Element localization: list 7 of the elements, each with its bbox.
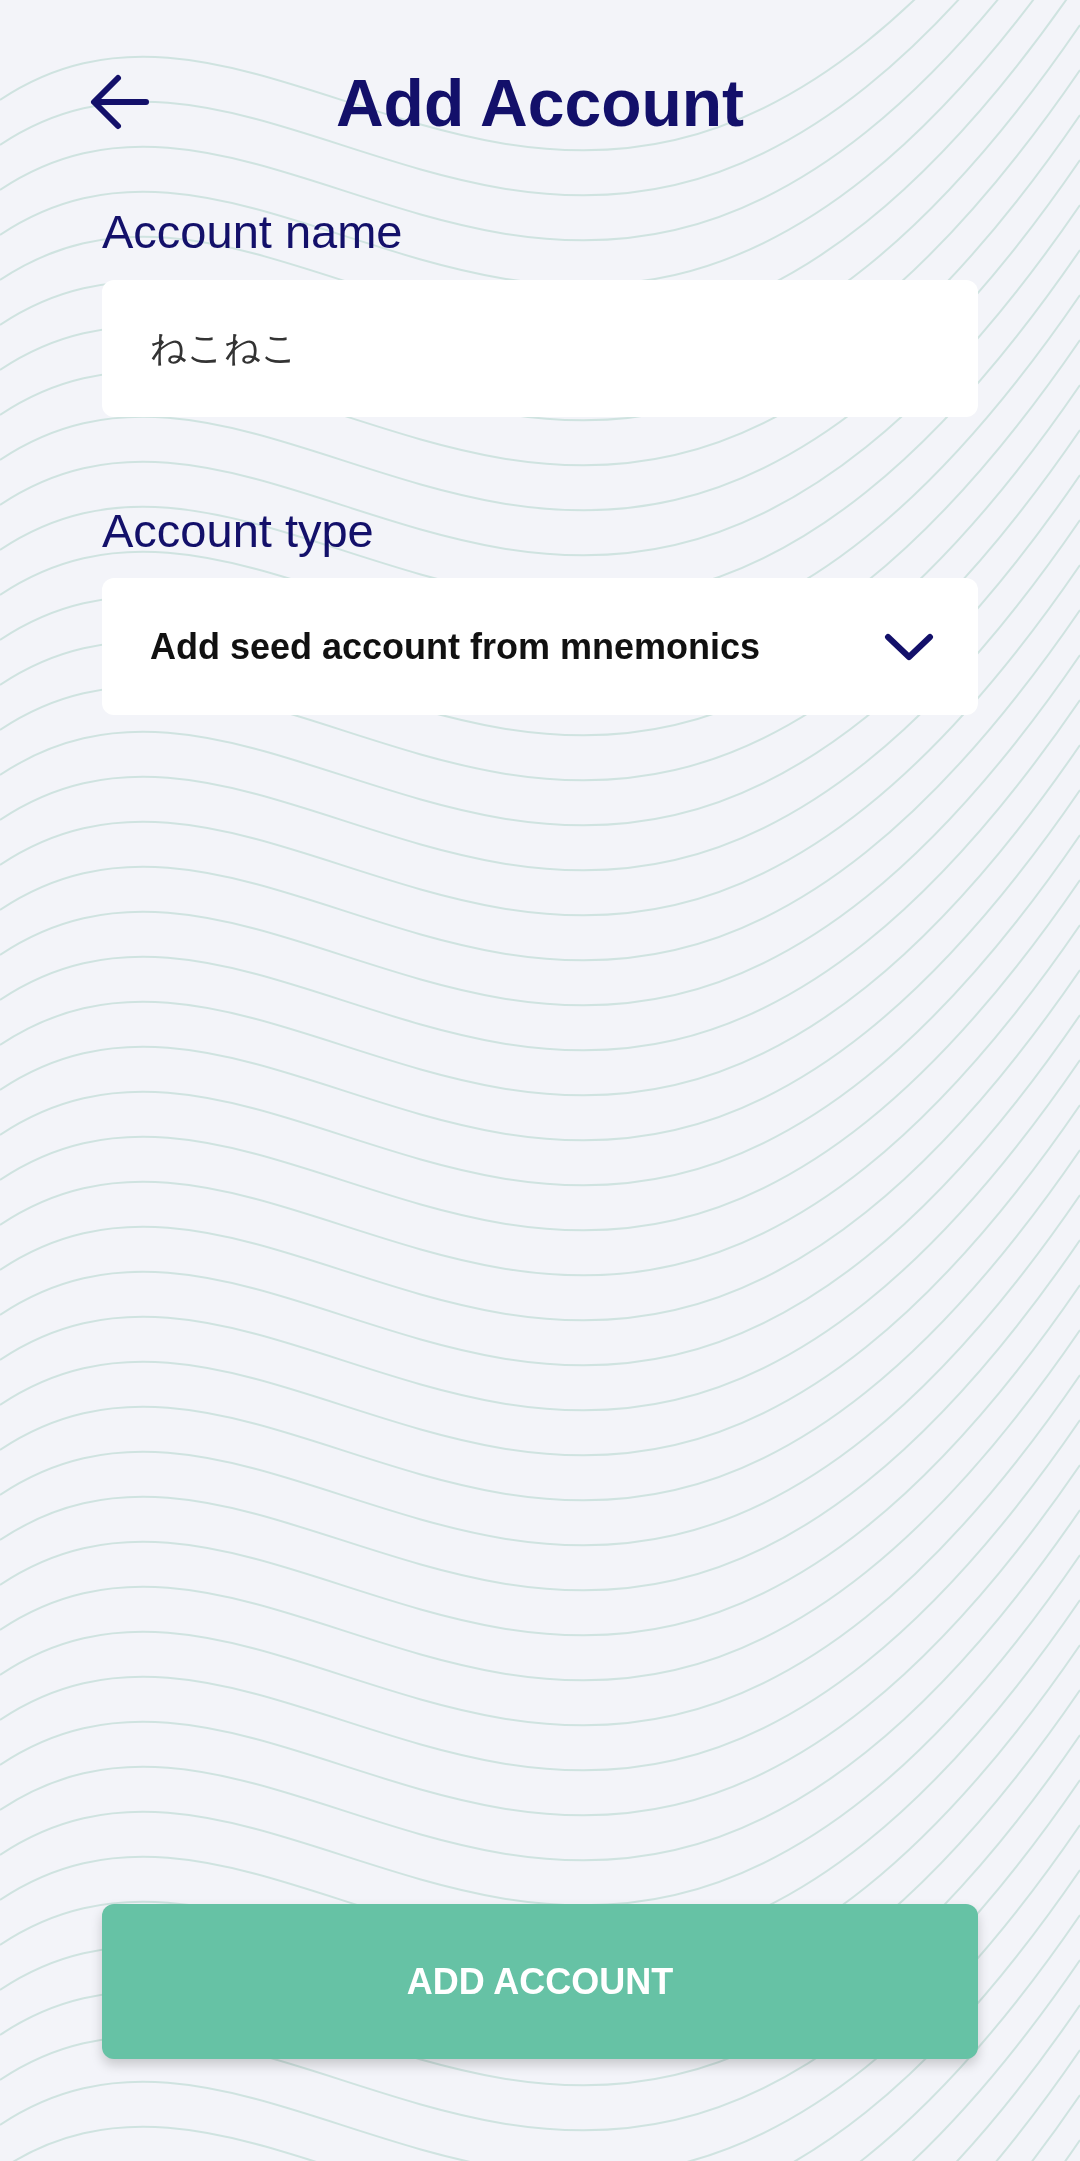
account-type-dropdown[interactable]: Add seed account from mnemonics: [102, 578, 978, 716]
page-title: Add Account: [335, 70, 745, 136]
dropdown-value: Add seed account from mnemonics: [150, 624, 761, 669]
field-label: Account type: [102, 504, 375, 557]
account-name-field[interactable]: ねこねこ: [102, 279, 978, 417]
field-label: Account name: [102, 206, 404, 258]
chevron-down-icon: [884, 631, 934, 662]
